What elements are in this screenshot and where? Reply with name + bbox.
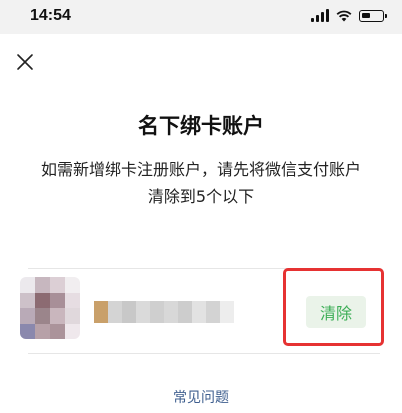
signal-icon [311, 9, 329, 22]
highlight-annotation [283, 268, 384, 346]
battery-level [362, 12, 371, 18]
faq-link[interactable]: 常见问题 [0, 387, 402, 407]
divider-bottom [28, 353, 380, 354]
account-name-blurred [94, 301, 234, 323]
status-time: 14:54 [30, 7, 71, 24]
status-icons [311, 9, 387, 22]
description-text: 如需新增绑卡注册账户，请先将微信支付账户清除到5个以下 [40, 160, 361, 206]
wifi-icon [336, 10, 352, 21]
status-bar: 14:54 [0, 0, 402, 34]
battery-icon [359, 9, 387, 22]
avatar [20, 277, 80, 339]
close-button[interactable] [15, 52, 35, 72]
close-icon [17, 54, 33, 70]
page-title: 名下绑卡账户 [138, 114, 264, 138]
